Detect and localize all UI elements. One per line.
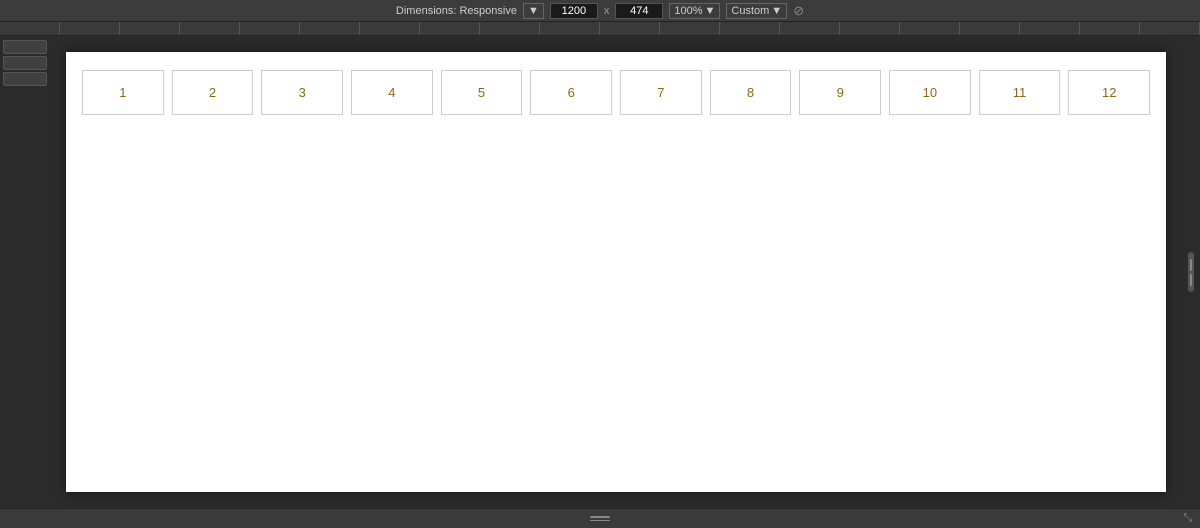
zoom-arrow: ▼ <box>705 5 716 17</box>
ruler-segment <box>240 22 300 35</box>
column-number-9: 9 <box>837 85 844 100</box>
column-box-8: 8 <box>710 70 792 115</box>
column-box-7: 7 <box>620 70 702 115</box>
column-number-7: 7 <box>657 85 664 100</box>
column-number-3: 3 <box>299 85 306 100</box>
column-box-4: 4 <box>351 70 433 115</box>
custom-dropdown[interactable]: Custom ▼ <box>726 3 787 19</box>
custom-label: Custom <box>731 5 769 17</box>
column-number-6: 6 <box>568 85 575 100</box>
column-box-12: 12 <box>1068 70 1150 115</box>
column-number-10: 10 <box>923 85 937 100</box>
column-box-5: 5 <box>441 70 523 115</box>
ruler-segment <box>120 22 180 35</box>
ruler-segment <box>480 22 540 35</box>
right-resize-handle[interactable] <box>1188 252 1194 292</box>
custom-arrow: ▼ <box>771 5 782 17</box>
canvas-wrapper: 123456789101112 <box>50 36 1182 508</box>
handle-line-2 <box>1190 274 1192 286</box>
bottom-resize-handle[interactable] <box>590 516 610 521</box>
column-box-3: 3 <box>261 70 343 115</box>
ruler-segment <box>420 22 480 35</box>
dimensions-label: Dimensions: Responsive <box>396 5 517 17</box>
ruler-segment <box>1140 22 1200 35</box>
ruler-segment <box>960 22 1020 35</box>
handle-line-1 <box>1190 259 1192 271</box>
zoom-dropdown[interactable]: 100% ▼ <box>669 3 720 19</box>
ruler-segment <box>0 22 60 35</box>
column-box-10: 10 <box>889 70 971 115</box>
ruler-segment <box>540 22 600 35</box>
column-box-2: 2 <box>172 70 254 115</box>
column-number-4: 4 <box>388 85 395 100</box>
column-number-8: 8 <box>747 85 754 100</box>
column-number-1: 1 <box>119 85 126 100</box>
ruler-segment <box>900 22 960 35</box>
right-panel <box>1182 36 1200 508</box>
zoom-label: 100% <box>674 5 702 17</box>
dimensions-dropdown[interactable]: ▼ <box>523 3 544 19</box>
ruler-segment <box>180 22 240 35</box>
top-toolbar: Dimensions: Responsive ▼ x 100% ▼ Custom… <box>0 0 1200 22</box>
height-input[interactable] <box>615 3 663 19</box>
bottom-handle-line-1 <box>590 516 610 518</box>
ruler-segment <box>720 22 780 35</box>
canvas: 123456789101112 <box>66 52 1166 492</box>
bottom-right: ⤡ <box>610 512 1192 525</box>
stop-icon[interactable]: ⊘ <box>793 3 804 19</box>
column-number-5: 5 <box>478 85 485 100</box>
ruler-segment <box>660 22 720 35</box>
ruler-segment <box>840 22 900 35</box>
x-separator: x <box>604 5 610 17</box>
ruler-segment <box>60 22 120 35</box>
sidebar-tab-1[interactable] <box>3 40 47 54</box>
column-number-12: 12 <box>1102 85 1116 100</box>
main-area: 123456789101112 <box>0 36 1200 508</box>
ruler-segment <box>1080 22 1140 35</box>
columns-row: 123456789101112 <box>66 52 1166 115</box>
ruler-segment <box>600 22 660 35</box>
bottom-bar: ⤡ <box>0 508 1200 528</box>
width-input[interactable] <box>550 3 598 19</box>
column-box-6: 6 <box>530 70 612 115</box>
sidebar-tab-2[interactable] <box>3 56 47 70</box>
ruler-segment <box>300 22 360 35</box>
ruler-segment <box>360 22 420 35</box>
column-number-2: 2 <box>209 85 216 100</box>
ruler-bar <box>0 22 1200 36</box>
sidebar-tab-3[interactable] <box>3 72 47 86</box>
column-number-11: 11 <box>1013 85 1027 100</box>
left-sidebar <box>0 36 50 508</box>
column-box-11: 11 <box>979 70 1061 115</box>
column-box-9: 9 <box>799 70 881 115</box>
resize-icon[interactable]: ⤡ <box>1183 512 1192 525</box>
ruler-segments <box>0 22 1200 35</box>
column-box-1: 1 <box>82 70 164 115</box>
ruler-segment <box>780 22 840 35</box>
bottom-handle-line-2 <box>590 520 610 522</box>
dimensions-arrow: ▼ <box>528 5 539 17</box>
ruler-segment <box>1020 22 1080 35</box>
